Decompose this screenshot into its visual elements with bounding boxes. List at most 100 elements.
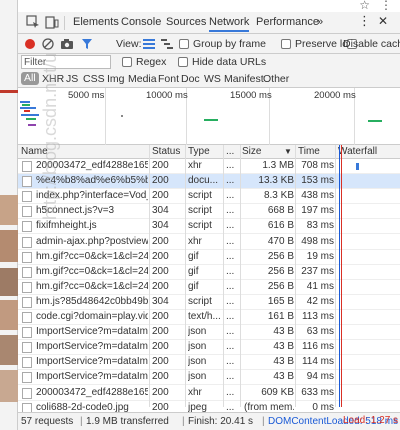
request-type: text/h...: [188, 311, 221, 322]
table-row[interactable]: 200003472_edf4288e165e...200xhr...1.3 MB…: [18, 159, 400, 175]
preserve-log-checkbox[interactable]: [281, 39, 291, 49]
request-status: 200: [152, 371, 169, 383]
record-icon[interactable]: [24, 38, 36, 50]
page-image: [0, 195, 18, 225]
file-icon: [22, 372, 32, 384]
load-time: Load: 1.27 s: [343, 415, 399, 426]
column-header-type[interactable]: Type: [188, 146, 210, 157]
request-time: 42 ms: [306, 295, 334, 307]
request-status: 200: [152, 265, 169, 277]
table-row[interactable]: 200003472_edf4288e165e...200xhr...609 KB…: [18, 386, 400, 401]
overview-request-bar: [121, 115, 123, 117]
type-filter-all[interactable]: All: [21, 72, 39, 85]
request-name: 200003472_edf4288e165e...: [36, 386, 148, 398]
request-name: index.php?interface=Vod_A...: [36, 190, 148, 202]
type-filter-other[interactable]: Other: [263, 73, 289, 85]
table-row[interactable]: hm.gif?cc=0&ck=1&cl=24-...200gif...256 B…: [18, 250, 400, 265]
file-icon: [22, 221, 32, 233]
request-status: 200: [152, 386, 169, 398]
network-overview-timeline[interactable]: 5000 ms 10000 ms 15000 ms 20000 ms: [18, 88, 400, 145]
request-size: 43 B: [273, 326, 294, 338]
inspect-element-icon[interactable]: [26, 15, 40, 29]
request-status: 200: [152, 160, 169, 171]
type-filter-img[interactable]: Img: [107, 73, 125, 85]
table-row[interactable]: h5connect.js?v=3 304 script... 668 B 197 ms: [18, 204, 400, 220]
disable-cache-label: Disable cache: [343, 38, 400, 50]
column-divider: [335, 145, 336, 407]
tab-performance[interactable]: Performance: [256, 16, 319, 32]
type-filter-css[interactable]: CSS: [83, 73, 105, 85]
overview-request-bar: [28, 124, 36, 126]
tab-elements[interactable]: Elements: [73, 16, 119, 32]
request-status: 200: [152, 311, 169, 322]
hide-data-urls-checkbox[interactable]: [178, 57, 188, 67]
column-header-status[interactable]: Status: [152, 146, 180, 157]
request-type: script: [188, 220, 212, 232]
table-row[interactable]: hm.gif?cc=0&ck=1&cl=24-...200gif...256 B…: [18, 280, 400, 295]
column-header-initiator[interactable]: ...: [226, 146, 234, 157]
request-type: gif: [188, 250, 199, 262]
table-row[interactable]: hm.gif?cc=0&ck=1&cl=24-...200gif...256 B…: [18, 265, 400, 280]
table-row[interactable]: hm.js?85d48642c0bb49be...304script...165…: [18, 295, 400, 310]
type-filter-font[interactable]: Font: [158, 73, 179, 85]
type-filter-doc[interactable]: Doc: [181, 73, 200, 85]
bookmark-star-icon[interactable]: ☆: [359, 0, 370, 12]
device-toolbar-icon[interactable]: [45, 15, 59, 29]
filter-funnel-icon[interactable]: [81, 38, 93, 50]
table-row[interactable]: %e4%b8%ad%e6%b5%b... 200 docu...... 13.3 KB…: [18, 174, 400, 190]
table-row[interactable]: index.php?interface=Vod_A...200script...…: [18, 189, 400, 205]
tab-sources[interactable]: Sources: [166, 16, 206, 32]
sort-descending-icon[interactable]: ▼: [284, 147, 292, 156]
regex-checkbox[interactable]: [122, 57, 132, 67]
tab-console[interactable]: Console: [121, 16, 161, 32]
overview-tick-label: 10000 ms: [146, 90, 188, 101]
screenshot-camera-icon[interactable]: [60, 38, 74, 50]
overview-tick-label: 20000 ms: [314, 90, 356, 101]
filter-input[interactable]: [21, 55, 111, 69]
table-row[interactable]: fixifmheight.js 304 script... 616 B 83 ms: [18, 219, 400, 235]
request-status: 200: [152, 235, 169, 247]
column-divider: [149, 145, 150, 407]
column-divider: [240, 145, 241, 407]
table-row[interactable]: ImportService?m=dataImp...200json...43 B…: [18, 340, 400, 356]
tab-more-chevron[interactable]: »: [317, 16, 323, 32]
request-time: 41 ms: [306, 280, 334, 292]
file-icon: [22, 206, 32, 218]
table-row[interactable]: ImportService?m=dataImp...200json...43 B…: [18, 370, 400, 386]
more-menu-icon[interactable]: ⋮: [380, 0, 392, 12]
file-icon: [22, 342, 32, 354]
table-row[interactable]: ImportService?m=dataImp...200json...43 B…: [18, 355, 400, 371]
column-header-waterfall[interactable]: Waterfall: [338, 146, 377, 157]
tab-network[interactable]: Network: [209, 16, 250, 32]
request-time: 94 ms: [306, 371, 334, 383]
type-filter-media[interactable]: Media: [128, 73, 157, 85]
table-header: Name Status Type ... Size ▼ Time Waterfa…: [18, 145, 400, 159]
type-filter-xhr[interactable]: XHR: [42, 73, 64, 85]
column-header-size[interactable]: Size: [242, 146, 261, 157]
table-row[interactable]: admin-ajax.php?postviews...200xhr...470 …: [18, 235, 400, 250]
overview-waterfall-icon[interactable]: [161, 39, 173, 49]
request-time: 438 ms: [301, 190, 334, 202]
type-filter-ws[interactable]: WS: [204, 73, 221, 85]
request-count: 57 requests: [21, 416, 74, 427]
request-time: 63 ms: [306, 326, 334, 338]
type-filter-manifest[interactable]: Manifest: [224, 73, 264, 85]
large-rows-icon[interactable]: [143, 39, 155, 49]
request-time: 83 ms: [306, 220, 334, 232]
close-devtools-icon[interactable]: ✕: [378, 14, 388, 30]
settings-menu-icon[interactable]: ⋮: [358, 13, 371, 29]
clear-icon[interactable]: [42, 38, 54, 50]
finish-time: Finish: 20.41 s: [188, 416, 254, 427]
column-header-name[interactable]: Name: [21, 146, 48, 157]
table-row[interactable]: code.cgi?domain=play.vide... 200 text/h...…: [18, 310, 400, 326]
column-header-time[interactable]: Time: [298, 146, 320, 157]
request-size: 609 KB: [261, 386, 294, 398]
file-icon: [22, 357, 32, 369]
type-filter-js[interactable]: JS: [66, 73, 78, 85]
table-row[interactable]: ImportService?m=dataImp...200json...43 B…: [18, 325, 400, 341]
request-status: 200: [152, 401, 169, 413]
request-name: %e4%b8%ad%e6%b5%b...: [36, 175, 148, 187]
request-type: json: [188, 356, 207, 368]
file-icon: [22, 312, 32, 323]
group-by-frame-checkbox[interactable]: [179, 39, 189, 49]
